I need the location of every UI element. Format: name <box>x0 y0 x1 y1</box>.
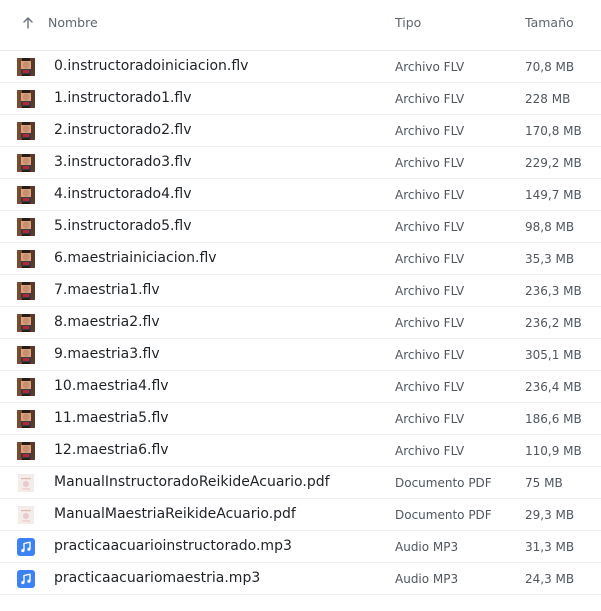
file-row[interactable]: 11.maestria5.flv Archivo FLV 186,6 MB <box>0 403 601 435</box>
video-thumbnail-icon <box>17 346 35 364</box>
arrow-up-icon[interactable] <box>21 16 35 30</box>
video-thumbnail-icon <box>17 58 35 76</box>
video-thumbnail-icon <box>17 410 35 428</box>
file-row[interactable]: 8.maestria2.flv Archivo FLV 236,2 MB <box>0 307 601 339</box>
file-row[interactable]: 12.maestria6.flv Archivo FLV 110,9 MB <box>0 435 601 467</box>
video-thumbnail-icon <box>17 378 35 396</box>
file-size: 229,2 MB <box>525 156 582 170</box>
file-name[interactable]: ManualInstructoradoReikideAcuario.pdf <box>54 474 330 490</box>
file-rows: 0.instructoradoiniciacion.flv Archivo FLV… <box>0 51 601 595</box>
file-size: 31,3 MB <box>525 540 575 554</box>
file-size: 305,1 MB <box>525 348 582 362</box>
file-type: Archivo FLV <box>395 92 465 106</box>
file-size: 75 MB <box>525 476 563 490</box>
file-name[interactable]: 12.maestria6.flv <box>54 442 169 458</box>
file-name[interactable]: 10.maestria4.flv <box>54 378 169 394</box>
file-size: 236,4 MB <box>525 380 582 394</box>
file-size: 236,2 MB <box>525 316 582 330</box>
file-type: Archivo FLV <box>395 252 465 266</box>
file-row[interactable]: 4.instructorado4.flv Archivo FLV 149,7 MB <box>0 179 601 211</box>
file-name[interactable]: 9.maestria3.flv <box>54 346 160 362</box>
video-thumbnail-icon <box>17 282 35 300</box>
file-name[interactable]: 2.instructorado2.flv <box>54 122 192 138</box>
file-name[interactable]: 5.instructorado5.flv <box>54 218 192 234</box>
file-type: Archivo FLV <box>395 316 465 330</box>
file-row[interactable]: 10.maestria4.flv Archivo FLV 236,4 MB <box>0 371 601 403</box>
file-type: Archivo FLV <box>395 60 465 74</box>
file-name[interactable]: 1.instructorado1.flv <box>54 90 192 106</box>
file-row[interactable]: 3.instructorado3.flv Archivo FLV 229,2 MB <box>0 147 601 179</box>
column-header-size[interactable]: Tamaño <box>525 15 574 30</box>
file-name[interactable]: 3.instructorado3.flv <box>54 154 192 170</box>
column-header-type[interactable]: Tipo <box>395 15 421 30</box>
video-thumbnail-icon <box>17 218 35 236</box>
file-name[interactable]: 11.maestria5.flv <box>54 410 169 426</box>
video-thumbnail-icon <box>17 122 35 140</box>
video-thumbnail-icon <box>17 186 35 204</box>
file-type: Archivo FLV <box>395 220 465 234</box>
file-list: Nombre Tipo Tamaño 0.instructoradoinicia… <box>0 0 601 595</box>
file-row[interactable]: 9.maestria3.flv Archivo FLV 305,1 MB <box>0 339 601 371</box>
file-type: Documento PDF <box>395 476 492 490</box>
file-size: 24,3 MB <box>525 572 575 586</box>
file-name[interactable]: 8.maestria2.flv <box>54 314 160 330</box>
column-header-name[interactable]: Nombre <box>48 15 98 30</box>
file-type: Archivo FLV <box>395 188 465 202</box>
file-size: 35,3 MB <box>525 252 575 266</box>
file-size: 236,3 MB <box>525 284 582 298</box>
pdf-thumbnail-icon <box>17 474 35 492</box>
file-name[interactable]: 0.instructoradoiniciacion.flv <box>54 58 248 74</box>
file-row[interactable]: practicaacuariomaestria.mp3 Audio MP3 24,3… <box>0 563 601 595</box>
file-name[interactable]: ManualMaestriaReikideAcuario.pdf <box>54 506 296 522</box>
file-size: 170,8 MB <box>525 124 582 138</box>
file-type: Archivo FLV <box>395 444 465 458</box>
file-type: Archivo FLV <box>395 124 465 138</box>
file-name[interactable]: practicaacuarioinstructorado.mp3 <box>54 538 292 554</box>
file-type: Documento PDF <box>395 508 492 522</box>
file-size: 29,3 MB <box>525 508 575 522</box>
file-name[interactable]: 7.maestria1.flv <box>54 282 160 298</box>
file-size: 186,6 MB <box>525 412 582 426</box>
file-type: Archivo FLV <box>395 284 465 298</box>
file-row[interactable]: practicaacuarioinstructorado.mp3 Audio MP… <box>0 531 601 563</box>
video-thumbnail-icon <box>17 314 35 332</box>
file-name[interactable]: 6.maestriainiciacion.flv <box>54 250 217 266</box>
file-size: 110,9 MB <box>525 444 582 458</box>
music-note-icon <box>17 570 35 588</box>
file-size: 98,8 MB <box>525 220 575 234</box>
column-header-row: Nombre Tipo Tamaño <box>0 0 601 51</box>
file-row[interactable]: 1.instructorado1.flv Archivo FLV 228 MB <box>0 83 601 115</box>
video-thumbnail-icon <box>17 154 35 172</box>
file-size: 228 MB <box>525 92 571 106</box>
pdf-thumbnail-icon <box>17 506 35 524</box>
file-row[interactable]: 0.instructoradoiniciacion.flv Archivo FLV… <box>0 51 601 83</box>
file-type: Archivo FLV <box>395 412 465 426</box>
file-type: Audio MP3 <box>395 540 459 554</box>
video-thumbnail-icon <box>17 442 35 460</box>
music-note-icon <box>17 538 35 556</box>
file-size: 70,8 MB <box>525 60 575 74</box>
file-type: Archivo FLV <box>395 380 465 394</box>
file-row[interactable]: ManualMaestriaReikideAcuario.pdf Document… <box>0 499 601 531</box>
video-thumbnail-icon <box>17 90 35 108</box>
video-thumbnail-icon <box>17 250 35 268</box>
file-type: Archivo FLV <box>395 348 465 362</box>
file-type: Audio MP3 <box>395 572 459 586</box>
file-row[interactable]: 5.instructorado5.flv Archivo FLV 98,8 MB <box>0 211 601 243</box>
file-row[interactable]: 2.instructorado2.flv Archivo FLV 170,8 MB <box>0 115 601 147</box>
file-type: Archivo FLV <box>395 156 465 170</box>
file-name[interactable]: 4.instructorado4.flv <box>54 186 192 202</box>
file-name[interactable]: practicaacuariomaestria.mp3 <box>54 570 260 586</box>
file-size: 149,7 MB <box>525 188 582 202</box>
file-row[interactable]: ManualInstructoradoReikideAcuario.pdf Doc… <box>0 467 601 499</box>
file-row[interactable]: 6.maestriainiciacion.flv Archivo FLV 35,3 … <box>0 243 601 275</box>
file-row[interactable]: 7.maestria1.flv Archivo FLV 236,3 MB <box>0 275 601 307</box>
